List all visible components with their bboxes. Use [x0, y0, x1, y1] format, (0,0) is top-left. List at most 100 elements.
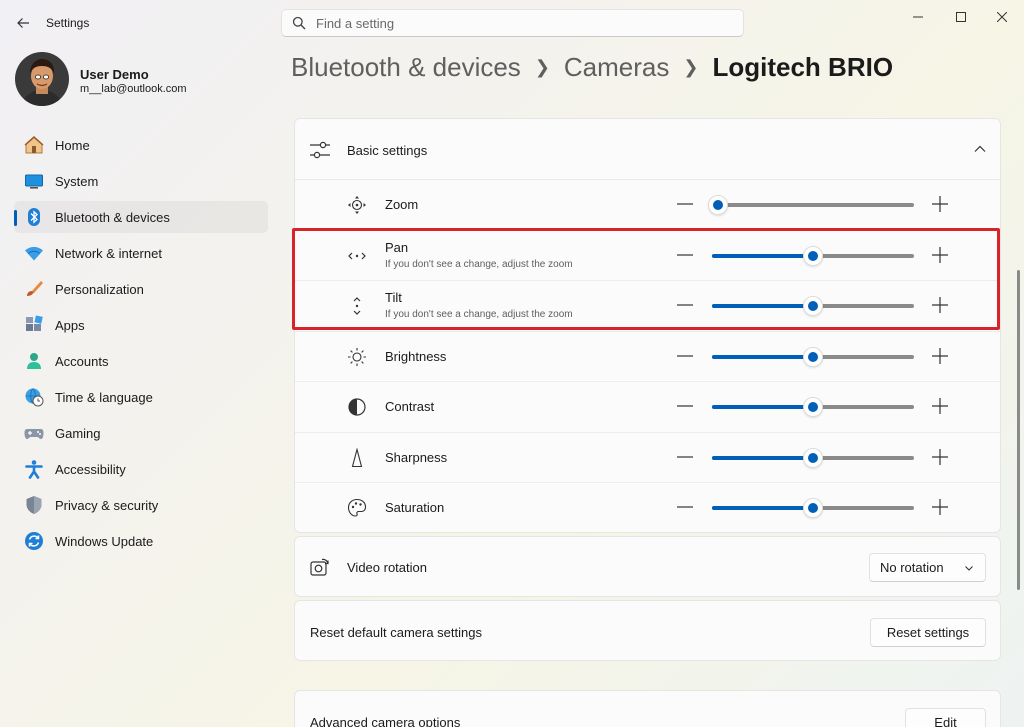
increase-button[interactable] — [929, 193, 951, 215]
slider-thumb[interactable] — [708, 195, 729, 215]
sidebar-item-apps[interactable]: Apps — [14, 309, 268, 341]
avatar[interactable] — [15, 52, 69, 106]
setting-row-saturation: Saturation — [295, 482, 1000, 532]
sidebar-item-label: Home — [55, 137, 90, 153]
tilt-slider[interactable] — [712, 296, 914, 316]
sidebar-item-label: Privacy & security — [55, 497, 159, 513]
app-title: Settings — [46, 16, 90, 30]
sidebar-item-accessibility[interactable]: Accessibility — [14, 453, 268, 485]
slider-thumb[interactable] — [803, 397, 823, 417]
sidebar-item-accounts[interactable]: Accounts — [14, 345, 268, 377]
minus-icon — [677, 506, 693, 508]
brush-icon — [24, 279, 44, 299]
basic-settings-title: Basic settings — [347, 143, 428, 158]
zoom-slider[interactable] — [708, 195, 914, 215]
increase-button[interactable] — [929, 496, 951, 518]
back-button[interactable] — [10, 10, 36, 36]
breadcrumb-cameras[interactable]: Cameras — [564, 52, 669, 83]
sidebar-item-time-language[interactable]: Time & language — [14, 381, 268, 413]
setting-label: Tilt — [385, 290, 402, 305]
plus-icon — [932, 297, 948, 313]
sidebar-item-bluetooth-devices[interactable]: Bluetooth & devices — [14, 201, 268, 233]
accounts-icon — [24, 351, 44, 371]
slider-thumb[interactable] — [803, 296, 823, 316]
saturation-icon — [347, 498, 367, 518]
setting-label: Sharpness — [385, 450, 448, 465]
slider-thumb[interactable] — [803, 448, 823, 468]
decrease-button[interactable] — [674, 345, 696, 367]
minimize-button[interactable] — [900, 6, 936, 28]
pan-icon — [347, 246, 367, 266]
user-name: User Demo — [80, 67, 149, 82]
chevron-up-icon[interactable] — [972, 141, 988, 157]
basic-settings-header[interactable]: Basic settings — [295, 119, 1000, 180]
search-icon — [292, 16, 306, 30]
setting-row-pan: Pan If you don't see a change, adjust th… — [295, 230, 1000, 280]
accessibility-icon — [24, 459, 44, 479]
sidebar-item-label: Time & language — [55, 389, 153, 405]
plus-icon — [932, 348, 948, 364]
wifi-icon — [24, 243, 44, 263]
close-button[interactable] — [984, 6, 1020, 28]
maximize-button[interactable] — [943, 6, 979, 28]
setting-row-zoom: Zoom — [295, 180, 1000, 230]
minus-icon — [677, 405, 693, 407]
plus-icon — [932, 196, 948, 212]
pan-slider[interactable] — [712, 246, 914, 266]
user-email: m__lab@outlook.com — [80, 83, 187, 95]
slider-thumb[interactable] — [803, 498, 823, 518]
search-box[interactable] — [281, 9, 744, 37]
sidebar-item-windows-update[interactable]: Windows Update — [14, 525, 268, 557]
decrease-button[interactable] — [674, 496, 696, 518]
dropdown-value: No rotation — [880, 560, 944, 575]
decrease-button[interactable] — [674, 193, 696, 215]
breadcrumb-bluetooth-devices[interactable]: Bluetooth & devices — [291, 52, 521, 83]
minus-icon — [677, 254, 693, 256]
advanced-options-label: Advanced camera options — [310, 715, 461, 727]
breadcrumb: Bluetooth & devices ❯ Cameras ❯ Logitech… — [291, 52, 893, 83]
setting-label: Contrast — [385, 399, 435, 414]
plus-icon — [932, 398, 948, 414]
scrollbar[interactable] — [1017, 270, 1020, 590]
chevron-down-icon — [963, 562, 975, 577]
home-icon — [24, 135, 44, 155]
increase-button[interactable] — [929, 446, 951, 468]
decrease-button[interactable] — [674, 446, 696, 468]
sidebar-item-gaming[interactable]: Gaming — [14, 417, 268, 449]
decrease-button[interactable] — [674, 294, 696, 316]
sidebar-item-home[interactable]: Home — [14, 129, 268, 161]
decrease-button[interactable] — [674, 395, 696, 417]
sidebar-item-label: Accessibility — [55, 461, 126, 477]
edit-button[interactable]: Edit — [905, 708, 986, 727]
setting-label: Zoom — [385, 197, 419, 212]
sidebar-item-network-internet[interactable]: Network & internet — [14, 237, 268, 269]
reset-settings-button[interactable]: Reset settings — [870, 618, 986, 647]
sidebar-item-system[interactable]: System — [14, 165, 268, 197]
sidebar-item-label: Apps — [55, 317, 85, 333]
slider-thumb[interactable] — [803, 246, 823, 266]
apps-icon — [24, 315, 44, 335]
sidebar-item-label: Gaming — [55, 425, 101, 441]
increase-button[interactable] — [929, 345, 951, 367]
contrast-slider[interactable] — [712, 397, 914, 417]
video-rotation-dropdown[interactable]: No rotation — [869, 553, 986, 582]
search-input[interactable] — [316, 15, 716, 31]
decrease-button[interactable] — [674, 244, 696, 266]
setting-row-contrast: Contrast — [295, 381, 1000, 431]
increase-button[interactable] — [929, 395, 951, 417]
minimize-icon — [913, 16, 923, 18]
increase-button[interactable] — [929, 244, 951, 266]
gamepad-icon — [24, 423, 44, 443]
sidebar-item-privacy-security[interactable]: Privacy & security — [14, 489, 268, 521]
plus-icon — [932, 247, 948, 263]
chevron-right-icon: ❯ — [534, 57, 550, 77]
sharpness-slider[interactable] — [712, 448, 914, 468]
sidebar-item-personalization[interactable]: Personalization — [14, 273, 268, 305]
page-title: Logitech BRIO — [712, 52, 894, 82]
tilt-icon — [347, 296, 367, 316]
saturation-slider[interactable] — [712, 498, 914, 518]
setting-row-tilt: Tilt If you don't see a change, adjust t… — [295, 280, 1000, 330]
slider-thumb[interactable] — [803, 347, 823, 367]
brightness-slider[interactable] — [712, 347, 914, 367]
increase-button[interactable] — [929, 294, 951, 316]
